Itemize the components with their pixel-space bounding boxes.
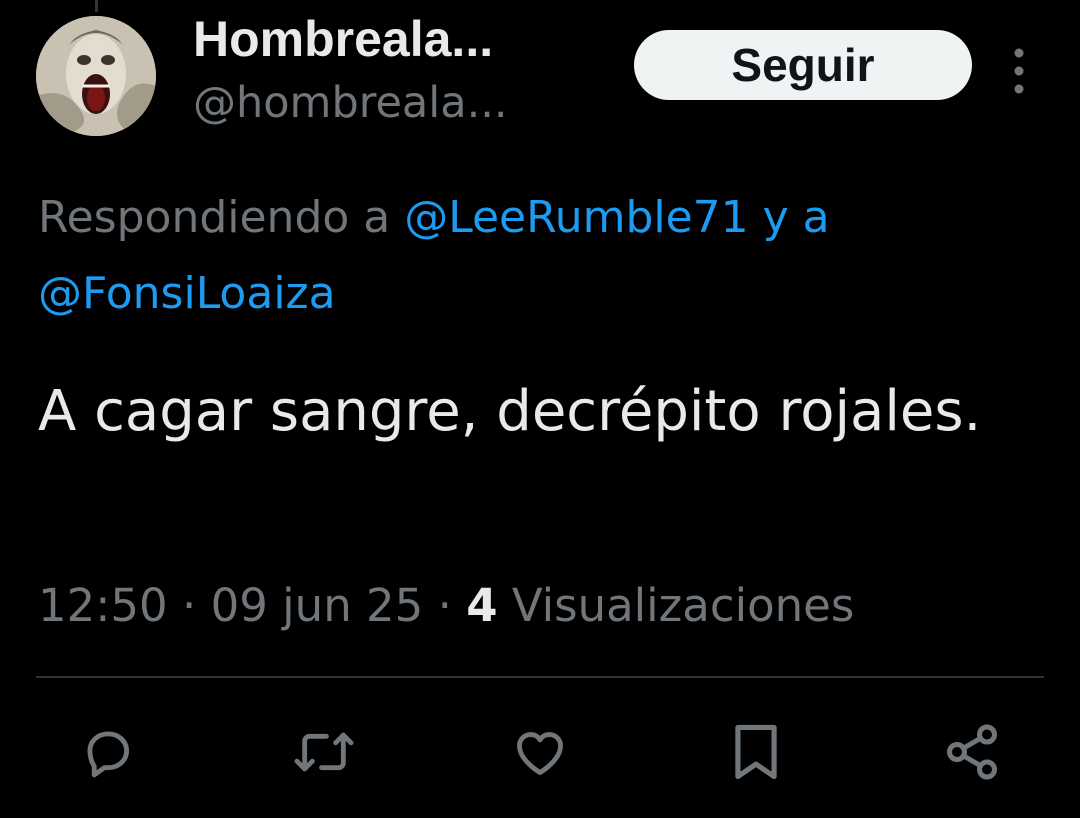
- retweet-icon: [294, 732, 354, 772]
- meta-separator: ·: [167, 579, 211, 632]
- replying-connector: y a: [748, 192, 830, 243]
- like-button[interactable]: [500, 712, 580, 792]
- mention-leerumble71[interactable]: @LeeRumble71: [404, 192, 748, 243]
- views-label[interactable]: Visualizaciones: [498, 579, 854, 632]
- share-icon: [947, 724, 997, 780]
- replying-prefix: Respondiendo a: [38, 192, 405, 243]
- tweet-meta: 12:50 · 09 jun 25 · 4 Visualizaciones: [38, 574, 1048, 638]
- follow-button[interactable]: Seguir: [634, 30, 972, 100]
- replying-to: Respondiendo a @LeeRumble71 y a @FonsiLo…: [38, 180, 1048, 332]
- thread-connector-line: [95, 0, 98, 12]
- heart-icon: [517, 732, 563, 775]
- bookmark-button[interactable]: [716, 712, 796, 792]
- tweet-time[interactable]: 12:50: [38, 579, 168, 632]
- tweet-text: A cagar sangre, decrépito rojales.: [38, 379, 982, 444]
- user-handle[interactable]: @hombreala...: [193, 78, 623, 128]
- meta-separator: ·: [423, 579, 467, 632]
- user-names: Hombreala... @hombreala...: [193, 14, 623, 128]
- share-button[interactable]: [932, 712, 1012, 792]
- display-name[interactable]: Hombreala...: [193, 14, 623, 64]
- avatar-image-icon: [36, 16, 156, 136]
- comment-icon: [87, 731, 130, 778]
- tweet-date[interactable]: 09 jun 25: [211, 579, 424, 632]
- retweet-button[interactable]: [284, 712, 364, 792]
- screaming-face-avatar[interactable]: [36, 16, 156, 136]
- mention-fonsiloaiza[interactable]: @FonsiLoaiza: [38, 268, 336, 319]
- bookmark-icon: [735, 724, 777, 780]
- reply-button[interactable]: [68, 712, 148, 792]
- divider: [36, 676, 1044, 678]
- action-bar: [0, 712, 1080, 792]
- tweet-header: Hombreala... @hombreala... Seguir: [36, 14, 1046, 144]
- views-count[interactable]: 4: [466, 579, 497, 632]
- more-vertical-icon[interactable]: [1008, 46, 1030, 96]
